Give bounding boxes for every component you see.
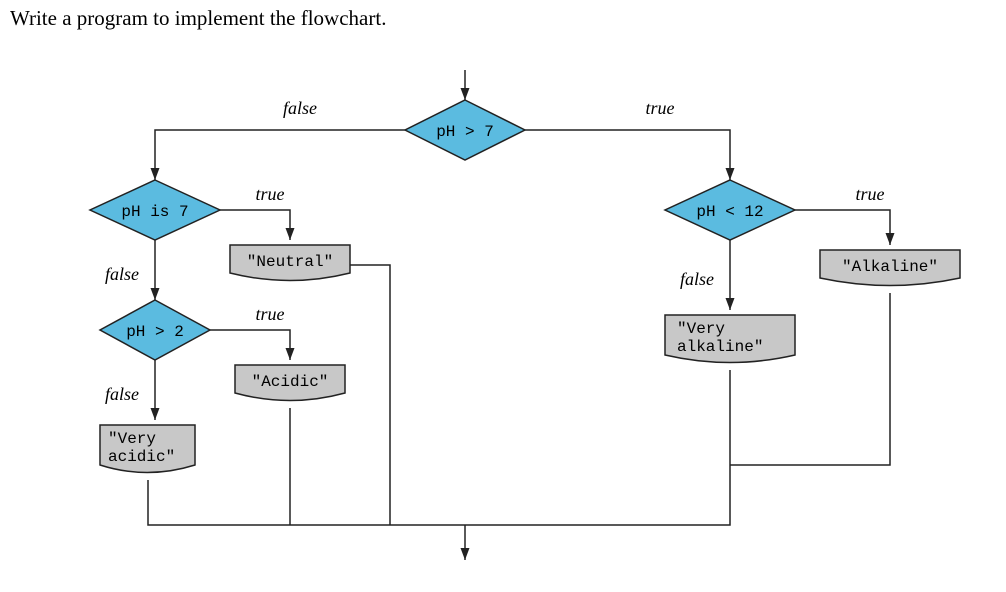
edge-d3-o2-label: true <box>256 304 285 324</box>
merge-from-o1 <box>350 265 390 525</box>
edge-d1-d4-label: true <box>646 98 675 118</box>
edge-d3-o3-label: false <box>105 384 139 404</box>
output-acidic-label: "Acidic" <box>252 373 329 391</box>
edge-d2-o1-label: true <box>256 184 285 204</box>
decision-ph-gt-2-label: pH > 2 <box>126 323 184 341</box>
edge-d3-o2 <box>210 330 290 360</box>
merge-right-bus <box>465 465 730 525</box>
prompt-text: Write a program to implement the flowcha… <box>10 6 386 31</box>
edge-d1-d2 <box>155 130 405 180</box>
output-neutral-label: "Neutral" <box>247 253 333 271</box>
merge-from-o3 <box>148 480 465 525</box>
output-very-alkaline-line2: alkaline" <box>677 338 763 356</box>
edge-d2-d3-label: false <box>105 264 139 284</box>
output-alkaline-label: "Alkaline" <box>842 258 938 276</box>
edge-d2-o1 <box>220 210 290 240</box>
edge-d1-d4 <box>525 130 730 180</box>
edge-d4-o5-label: true <box>856 184 885 204</box>
decision-ph-gt-7-label: pH > 7 <box>436 123 494 141</box>
decision-ph-is-7-label: pH is 7 <box>121 203 188 221</box>
edge-d4-o5 <box>795 210 890 245</box>
edge-d1-d2-label: false <box>283 98 317 118</box>
edge-d4-o4-label: false <box>680 269 714 289</box>
output-very-acidic-line2: acidic" <box>108 448 175 466</box>
decision-ph-lt-12-label: pH < 12 <box>696 203 763 221</box>
flowchart-svg: pH > 7 false true pH is 7 true "Neutral"… <box>0 70 1006 590</box>
output-very-alkaline-line1: "Very <box>677 320 725 338</box>
output-very-acidic-line1: "Very <box>108 430 156 448</box>
